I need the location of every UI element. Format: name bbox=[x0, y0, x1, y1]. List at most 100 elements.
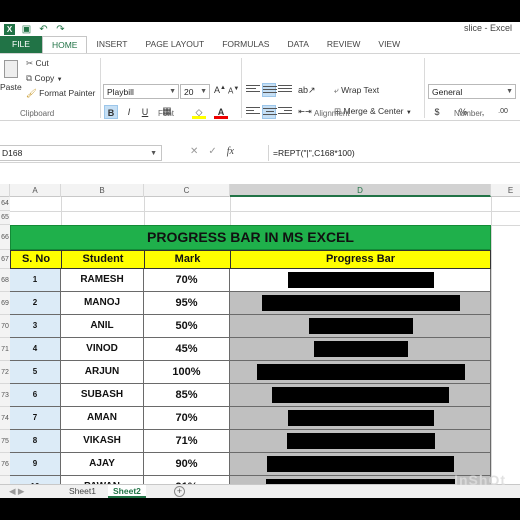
column-header-c[interactable]: C bbox=[144, 184, 230, 197]
orientation-icon[interactable]: ab↗ bbox=[298, 83, 316, 97]
add-sheet-icon[interactable]: + bbox=[174, 486, 185, 497]
tab-view[interactable]: VIEW bbox=[369, 36, 409, 53]
header-sno[interactable]: S. No bbox=[10, 250, 62, 269]
align-bottom-icon[interactable] bbox=[278, 83, 292, 97]
bold-button[interactable]: B bbox=[104, 105, 118, 119]
cell-student[interactable]: MANOJ bbox=[61, 292, 144, 315]
align-left-icon[interactable] bbox=[246, 105, 260, 119]
fill-color-icon[interactable]: ◇ bbox=[192, 105, 206, 119]
cell-mark[interactable]: 85% bbox=[144, 384, 230, 407]
increase-font-icon[interactable]: A▲ bbox=[214, 85, 226, 95]
cell-progress-bar[interactable] bbox=[230, 338, 491, 361]
cell-progress-bar[interactable] bbox=[230, 407, 491, 430]
cell-sno[interactable]: 8 bbox=[10, 430, 61, 453]
font-size-select[interactable]: 20 ▼ bbox=[180, 84, 210, 99]
indent-icon[interactable]: ⇤⇥ bbox=[298, 105, 312, 119]
row-header[interactable]: 71 bbox=[0, 338, 10, 361]
cell-sno[interactable]: 2 bbox=[10, 292, 61, 315]
row-header[interactable]: 69 bbox=[0, 292, 10, 315]
cell-progress-bar[interactable] bbox=[230, 384, 491, 407]
italic-button[interactable]: I bbox=[122, 105, 136, 119]
header-progress-bar[interactable]: Progress Bar bbox=[230, 250, 491, 269]
paste-button[interactable]: Paste bbox=[0, 58, 22, 98]
cell-mark[interactable]: 70% bbox=[144, 269, 230, 292]
column-header-e[interactable]: E bbox=[491, 184, 520, 197]
cancel-icon[interactable]: ✕ bbox=[190, 146, 198, 157]
decrease-font-icon[interactable]: A▼ bbox=[228, 86, 239, 96]
row-header[interactable]: 72 bbox=[0, 361, 10, 384]
row-header[interactable]: 73 bbox=[0, 384, 10, 407]
header-mark[interactable]: Mark bbox=[144, 250, 231, 269]
tab-file[interactable]: FILE bbox=[0, 36, 42, 53]
redo-icon[interactable]: ↷ bbox=[55, 24, 66, 35]
number-format-select[interactable]: General ▼ bbox=[428, 84, 516, 99]
tab-insert[interactable]: INSERT bbox=[87, 36, 136, 53]
cell-sno[interactable]: 5 bbox=[10, 361, 61, 384]
decimal-icon[interactable]: .00 bbox=[496, 105, 510, 119]
cell-progress-bar[interactable] bbox=[230, 269, 491, 292]
row-header[interactable]: 70 bbox=[0, 315, 10, 338]
cell-sno[interactable]: 7 bbox=[10, 407, 61, 430]
cell-mark[interactable]: 45% bbox=[144, 338, 230, 361]
name-box[interactable]: D168 ▼ bbox=[0, 145, 162, 161]
column-header-d[interactable]: D bbox=[230, 184, 491, 197]
save-icon[interactable]: ▣ bbox=[21, 24, 32, 35]
cell-progress-bar[interactable] bbox=[230, 292, 491, 315]
align-top-icon[interactable] bbox=[246, 83, 260, 97]
tab-review[interactable]: REVIEW bbox=[318, 36, 370, 53]
formula-input[interactable]: =REPT("|",C168*100) bbox=[268, 145, 520, 161]
row-header[interactable]: 68 bbox=[0, 269, 10, 292]
copy-button[interactable]: ⧉ Copy ▼ bbox=[26, 73, 63, 84]
cell-sno[interactable]: 4 bbox=[10, 338, 61, 361]
font-name-select[interactable]: Playbill ▼ bbox=[103, 84, 179, 99]
wrap-text-button[interactable]: ⤶ Wrap Text bbox=[334, 85, 379, 96]
enter-icon[interactable]: ✓ bbox=[208, 146, 216, 157]
column-header-b[interactable]: B bbox=[61, 184, 144, 197]
cell-sno[interactable]: 6 bbox=[10, 384, 61, 407]
insert-function-icon[interactable]: fx bbox=[227, 146, 234, 157]
cell-sno[interactable]: 9 bbox=[10, 453, 61, 476]
cell-mark[interactable]: 100% bbox=[144, 361, 230, 384]
nav-arrows-icon[interactable]: ◀ ▶ bbox=[4, 485, 29, 498]
cell-sno[interactable]: 1 bbox=[10, 269, 61, 292]
font-color-icon[interactable]: A bbox=[214, 105, 228, 119]
cell-progress-bar[interactable] bbox=[230, 430, 491, 453]
header-student[interactable]: Student bbox=[61, 250, 145, 269]
align-middle-icon[interactable] bbox=[262, 83, 277, 97]
cut-button[interactable]: ✂ Cut bbox=[26, 58, 49, 69]
cell-student[interactable]: VIKASH bbox=[61, 430, 144, 453]
format-painter-button[interactable]: 🖌 Format Painter bbox=[26, 88, 95, 99]
cell-student[interactable]: VINOD bbox=[61, 338, 144, 361]
column-header-a[interactable]: A bbox=[10, 184, 61, 197]
cell-sno[interactable]: 3 bbox=[10, 315, 61, 338]
row-header[interactable]: 75 bbox=[0, 430, 10, 453]
cell-mark[interactable]: 90% bbox=[144, 453, 230, 476]
cell-progress-bar[interactable] bbox=[230, 315, 491, 338]
align-center-icon[interactable] bbox=[262, 105, 277, 119]
cell-student[interactable]: AJAY bbox=[61, 453, 144, 476]
select-all-corner[interactable] bbox=[0, 184, 10, 197]
align-right-icon[interactable] bbox=[278, 105, 292, 119]
cell-mark[interactable]: 71% bbox=[144, 430, 230, 453]
cell-student[interactable]: ARJUN bbox=[61, 361, 144, 384]
row-header[interactable]: 65 bbox=[0, 211, 10, 225]
tab-data[interactable]: DATA bbox=[278, 36, 317, 53]
sheet-title[interactable]: PROGRESS BAR IN MS EXCEL bbox=[10, 225, 491, 250]
cell-student[interactable]: AMAN bbox=[61, 407, 144, 430]
tab-home[interactable]: HOME bbox=[41, 36, 88, 53]
cell-progress-bar[interactable] bbox=[230, 453, 491, 476]
cell-mark[interactable]: 50% bbox=[144, 315, 230, 338]
row-header[interactable]: 76 bbox=[0, 453, 10, 476]
row-header[interactable]: 66 bbox=[0, 225, 10, 250]
undo-icon[interactable]: ↶ bbox=[38, 24, 49, 35]
row-header[interactable]: 64 bbox=[0, 197, 10, 211]
cell-student[interactable]: RAMESH bbox=[61, 269, 144, 292]
tab-page-layout[interactable]: PAGE LAYOUT bbox=[136, 36, 213, 53]
currency-button[interactable]: $ bbox=[430, 105, 444, 119]
sheet-tab-sheet1[interactable]: Sheet1 bbox=[64, 485, 101, 498]
sheet-tab-sheet2[interactable]: Sheet2 bbox=[108, 485, 146, 498]
cell-student[interactable]: SUBASH bbox=[61, 384, 144, 407]
row-header[interactable]: 67 bbox=[0, 250, 10, 269]
cell-mark[interactable]: 95% bbox=[144, 292, 230, 315]
underline-button[interactable]: U bbox=[138, 105, 152, 119]
